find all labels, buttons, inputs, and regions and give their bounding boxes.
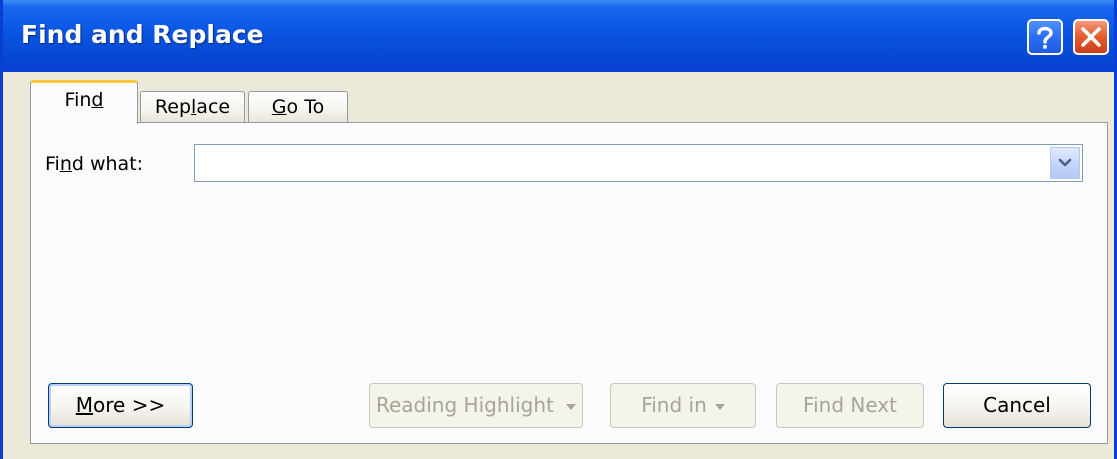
tab-go-to[interactable]: Go To xyxy=(248,91,348,123)
dropdown-caret-icon xyxy=(566,404,576,410)
window-title: Find and Replace xyxy=(21,20,264,49)
cancel-label: Cancel xyxy=(983,393,1051,417)
cancel-button[interactable]: Cancel xyxy=(943,383,1091,428)
find-next-label: Find Next xyxy=(803,393,897,417)
more-button-mnemonic: M xyxy=(75,393,94,417)
find-in-button[interactable]: Find in xyxy=(610,383,756,428)
find-what-mnemonic: n xyxy=(59,153,72,175)
title-bar[interactable]: Find and Replace xyxy=(3,0,1114,72)
tab-replace[interactable]: Replace xyxy=(140,91,245,123)
tab-find-label: Fin xyxy=(64,89,92,111)
question-mark-icon xyxy=(1037,26,1053,49)
tab-find-mnemonic: d xyxy=(91,89,104,111)
find-what-label-rest: d what: xyxy=(71,153,144,175)
find-what-label-text: Fi xyxy=(45,153,60,175)
chevron-down-icon xyxy=(1058,158,1072,167)
more-button[interactable]: More >> xyxy=(48,383,193,428)
reading-highlight-button[interactable]: Reading Highlight xyxy=(369,383,583,428)
find-what-label: Find what: xyxy=(45,153,143,175)
find-what-combobox[interactable] xyxy=(194,144,1083,182)
more-button-label: ore >> xyxy=(93,393,166,417)
close-x-icon xyxy=(1081,27,1101,47)
dropdown-caret-icon xyxy=(714,403,725,410)
find-tab-panel: Find what: More >> Reading Highlight Fin… xyxy=(30,122,1108,444)
find-what-input[interactable] xyxy=(195,145,1045,181)
tab-find[interactable]: Find xyxy=(30,80,138,124)
tab-go-to-mnemonic: G xyxy=(271,96,287,118)
help-button[interactable] xyxy=(1027,19,1063,55)
tab-replace-label-rest: ace xyxy=(196,96,231,118)
find-what-dropdown-button[interactable] xyxy=(1050,147,1080,179)
find-replace-dialog: Find and Replace Find Replace Go To Find… xyxy=(0,0,1117,459)
find-in-label: Find in xyxy=(641,393,707,417)
close-button[interactable] xyxy=(1073,19,1109,55)
find-next-button[interactable]: Find Next xyxy=(776,383,924,428)
tab-replace-label: Rep xyxy=(154,96,192,118)
reading-highlight-label: Reading Highlight xyxy=(376,393,554,417)
tab-go-to-label-rest: o To xyxy=(286,96,325,118)
